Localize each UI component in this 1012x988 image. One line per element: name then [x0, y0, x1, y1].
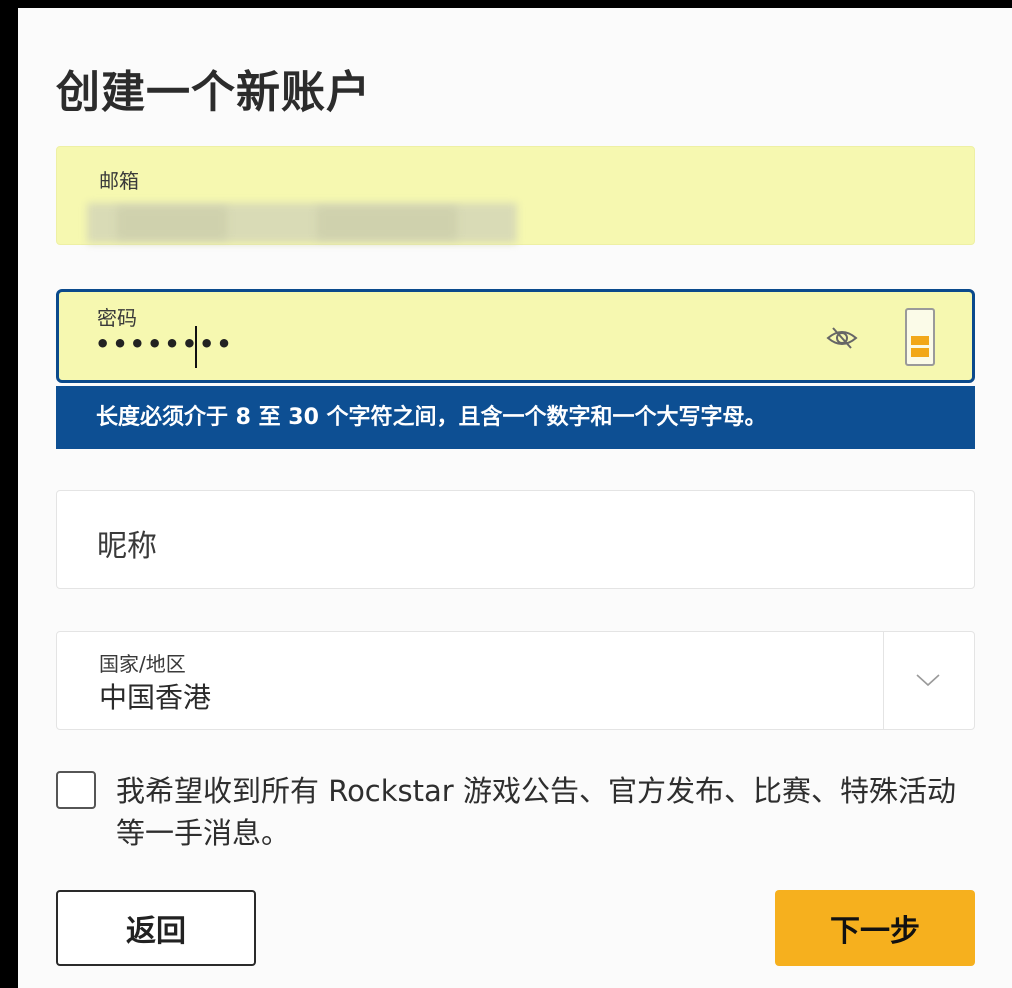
password-label: 密码	[97, 306, 137, 330]
signup-card: 创建一个新账户 邮箱 密码 •••••••• 长度必须介于 8 至 30 个字符…	[18, 8, 1012, 988]
nickname-field[interactable]: 昵称	[56, 490, 975, 589]
password-hint: 长度必须介于 8 至 30 个字符之间，且含一个数字和一个大写字母。	[56, 386, 975, 449]
country-value: 中国香港	[99, 681, 212, 714]
country-select[interactable]: 国家/地区 中国香港	[56, 631, 975, 730]
text-caret	[195, 326, 197, 368]
password-input[interactable]: ••••••••	[95, 330, 234, 358]
consent-text: 我希望收到所有 Rockstar 游戏公告、官方发布、比赛、特殊活动等一手消息。	[116, 774, 956, 850]
email-field[interactable]: 邮箱	[56, 146, 975, 245]
consent-checkbox[interactable]	[56, 771, 96, 809]
back-button[interactable]: 返回	[56, 890, 256, 966]
page-title: 创建一个新账户	[56, 67, 371, 118]
password-field[interactable]: 密码 ••••••••	[56, 289, 975, 383]
redacted-email-shade-2	[317, 207, 457, 239]
country-label: 国家/地区	[99, 652, 186, 676]
strength-bar-1	[911, 348, 929, 357]
redacted-email-shade	[117, 207, 227, 239]
next-button[interactable]: 下一步	[775, 890, 975, 966]
eye-slash-icon[interactable]	[825, 324, 859, 352]
email-label: 邮箱	[99, 169, 139, 193]
chevron-down-icon[interactable]	[915, 672, 941, 688]
strength-bar-2	[911, 336, 929, 345]
select-divider	[883, 632, 884, 729]
password-strength-icon	[905, 308, 935, 366]
nickname-placeholder: 昵称	[97, 529, 157, 564]
